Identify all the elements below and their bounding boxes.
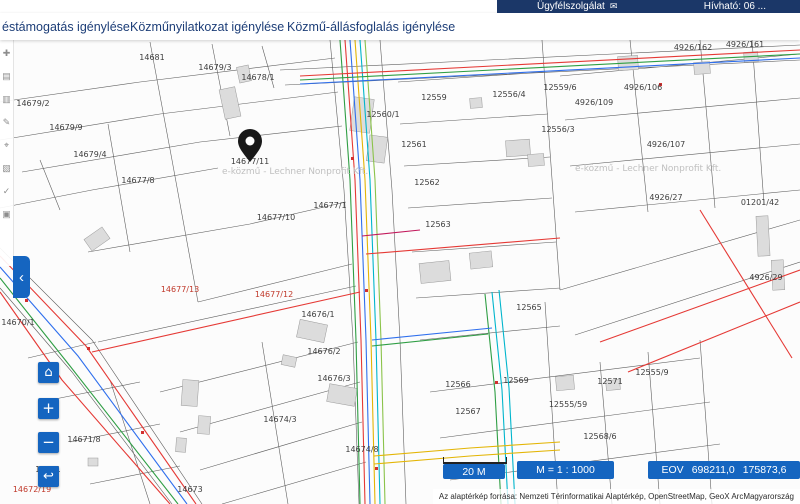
tab-tervezestamogatas-igenylese[interactable]: éstámogatás igénylése <box>2 13 130 40</box>
phone-label: Hívható: 06 ... <box>704 0 766 13</box>
plus-icon: + <box>42 401 55 416</box>
parcel-label: 14671/8 <box>67 435 100 444</box>
scale-bar-line <box>443 457 507 464</box>
sidebar-tool-icon[interactable]: ✓ <box>3 186 11 196</box>
buildings-layer <box>84 52 785 466</box>
parcel-label: 12555/9 <box>635 368 668 377</box>
parcel-label: 14673 <box>177 485 202 494</box>
parcel-label: 12571 <box>597 377 622 386</box>
parcel-label: 12568/6 <box>583 432 616 441</box>
ratio-value: M = 1 : 1000 <box>536 464 595 476</box>
coordinate-readout: EOV 698211,0 175873,6 <box>648 461 800 479</box>
parcel-label: 4926/162 <box>674 43 712 52</box>
parcel-label: 14679/3 <box>198 63 231 72</box>
tab-bar: éstámogatás igénylése Közműnyilatkozat i… <box>0 13 800 40</box>
parcel-label: 14681 <box>139 53 164 62</box>
map-canvas[interactable]: e-közmű - Lechner Nonprofit Kft. e-közmű … <box>0 40 800 504</box>
parcel-label: 01201/42 <box>741 198 779 207</box>
parcel-label: 12555/59 <box>549 400 587 409</box>
parcel-label: 14670/1 <box>1 318 34 327</box>
sidebar-tool-icon[interactable]: ▣ <box>2 209 11 219</box>
watermark-text: e-közmű - Lechner Nonprofit Kft. <box>575 164 721 174</box>
parcel-label: 14677/10 <box>257 213 295 222</box>
back-button[interactable]: ↩ <box>38 466 59 487</box>
tab-kozmu-allasfoglalas-igenylese[interactable]: Közmű-állásfoglalás igénylése <box>287 13 455 40</box>
zoom-out-button[interactable]: − <box>38 432 59 453</box>
parcel-label: 12556/4 <box>492 90 525 99</box>
parcel-labels-layer: 14681 14679/3 14678/1 14679/2 14679/9 14679/4… <box>1 40 782 494</box>
customer-service-link[interactable]: Ügyfélszolgálat ✉ <box>537 0 617 13</box>
parcel-label: 14677/12 <box>255 290 293 299</box>
sidebar-tool-icon[interactable]: ⌖ <box>4 140 9 150</box>
sidebar-tool-icon[interactable]: ✚ <box>3 48 11 58</box>
parcel-label: 14676/2 <box>307 347 340 356</box>
tab-kozmunyilatkozat-igenylese[interactable]: Közműnyilatkozat igénylése <box>130 13 284 40</box>
left-tool-strip: ✚ ▤ ▥ ✎ ⌖ ▧ ✓ ▣ <box>0 40 14 266</box>
parcel-label: 14677/13 <box>161 285 199 294</box>
map-attribution: Az alaptérkép forrása: Nemzeti Térinform… <box>433 489 800 504</box>
parcel-label: 12560/1 <box>366 110 399 119</box>
parcel-boundary-lines <box>0 40 800 504</box>
parcel-label: 4926/107 <box>647 140 685 149</box>
top-bar: Ügyfélszolgálat ✉ Hívható: 06 ... <box>497 0 800 13</box>
parcel-label: 12567 <box>455 407 480 416</box>
zoom-in-button[interactable]: + <box>38 398 59 419</box>
parcel-label: 4926/29 <box>749 273 782 282</box>
sidebar-tool-icon[interactable]: ▤ <box>2 71 11 81</box>
home-icon: ⌂ <box>44 366 52 379</box>
sidebar-tool-icon[interactable]: ▧ <box>2 163 11 173</box>
scale-value: 20 M <box>462 466 485 478</box>
watermark-layer: e-közmű - Lechner Nonprofit Kft. e-közmű … <box>222 164 721 177</box>
home-button[interactable]: ⌂ <box>38 362 59 383</box>
map-scale-ratio: M = 1 : 1000 <box>517 461 614 479</box>
parcel-label: 12559/6 <box>543 83 576 92</box>
chevron-left-icon: ‹ <box>19 269 24 286</box>
parcel-label: 14674/3 <box>263 415 296 424</box>
parcel-label: 12556/3 <box>541 125 574 134</box>
utility-lines-layer <box>0 40 800 504</box>
watermark-text: e-közmű - Lechner Nonprofit Kft. <box>222 167 368 177</box>
parcel-label: 4926/161 <box>726 40 764 49</box>
undo-arrow-icon: ↩ <box>43 470 54 483</box>
parcel-label: 14679/9 <box>49 123 82 132</box>
parcel-label: 4926/106 <box>624 83 662 92</box>
parcel-label: 14677/1 <box>313 201 346 210</box>
mail-icon: ✉ <box>610 0 618 13</box>
attribution-text: Az alaptérkép forrása: Nemzeti Térinform… <box>439 492 794 501</box>
parcel-label: 12559 <box>421 93 446 102</box>
parcel-label: 14679/4 <box>73 150 106 159</box>
map-svg[interactable]: e-közmű - Lechner Nonprofit Kft. e-közmű … <box>0 40 800 504</box>
parcel-label: 14678/1 <box>241 73 274 82</box>
sidebar-tool-icon[interactable]: ✎ <box>3 117 11 127</box>
parcel-label: 14677/8 <box>121 176 154 185</box>
parcel-label: 14679/2 <box>16 99 49 108</box>
parcel-label: 12561 <box>401 140 426 149</box>
parcel-label: 14676/3 <box>317 374 350 383</box>
parcel-label: 12569 <box>503 376 528 385</box>
parcel-label: 12563 <box>425 220 450 229</box>
customer-service-label: Ügyfélszolgálat <box>537 0 605 13</box>
parcel-label: 4926/109 <box>575 98 613 107</box>
parcel-label: 14676/1 <box>301 310 334 319</box>
parcel-label: 4926/27 <box>649 193 682 202</box>
parcel-label: 14674/8 <box>345 445 378 454</box>
app-window: Ügyfélszolgálat ✉ Hívható: 06 ... éstámo… <box>0 0 800 504</box>
coord-y-value: 175873,6 <box>743 464 787 476</box>
scale-bar-label: 20 M <box>443 464 505 479</box>
parcel-label: 12565 <box>516 303 541 312</box>
coord-system-label: EOV <box>662 464 684 476</box>
parcel-label: 12562 <box>414 178 439 187</box>
parcel-label: 12566 <box>445 380 470 389</box>
coord-x-value: 698211,0 <box>692 464 735 476</box>
phone-info: Hívható: 06 ... <box>704 0 766 13</box>
sidebar-tool-icon[interactable]: ▥ <box>2 94 11 104</box>
minus-icon: − <box>42 435 55 450</box>
panel-collapse-button[interactable]: ‹ <box>13 256 30 298</box>
